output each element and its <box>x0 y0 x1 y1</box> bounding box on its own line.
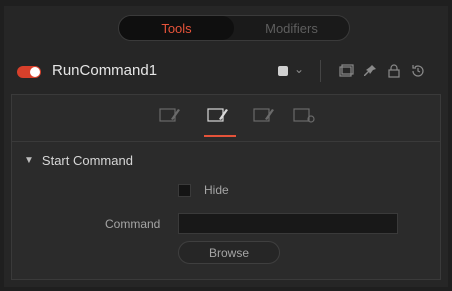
separator <box>320 60 321 82</box>
hide-checkbox[interactable] <box>178 184 191 197</box>
tools-tab[interactable]: Tools <box>119 16 234 40</box>
mode-toggle: Tools Modifiers <box>118 15 350 41</box>
tool-name: RunCommand1 <box>52 62 158 79</box>
tool-header: RunCommand1 ⌄ <box>4 58 448 86</box>
browse-button[interactable]: Browse <box>178 241 280 264</box>
section-title: Start Command <box>41 153 133 168</box>
controls-tab-active[interactable] <box>206 105 230 125</box>
control-tabs <box>12 95 440 142</box>
inspector-panel: Tools Modifiers RunCommand1 ⌄ ▼ Start Co… <box>4 6 448 287</box>
lock-icon[interactable] <box>386 63 402 79</box>
modifiers-tab[interactable]: Modifiers <box>234 16 349 40</box>
inspector-content: ▼ Start Command Hide Command Browse <box>11 94 441 280</box>
controls-tab[interactable] <box>158 105 182 125</box>
chevron-down-icon: ▼ <box>24 155 34 166</box>
reset-icon[interactable] <box>410 63 426 79</box>
color-swatch[interactable] <box>278 66 288 76</box>
pip-icon[interactable] <box>338 63 354 79</box>
pin-icon[interactable] <box>362 63 378 79</box>
controls-tab-3[interactable] <box>252 105 276 125</box>
active-tab-indicator <box>204 135 236 137</box>
command-label: Command <box>105 217 161 231</box>
chevron-down-icon[interactable]: ⌄ <box>294 62 304 76</box>
command-input[interactable] <box>178 213 398 234</box>
section-start-command[interactable]: ▼ Start Command <box>24 153 133 168</box>
hide-label: Hide <box>204 183 229 197</box>
settings-tab[interactable] <box>292 105 316 125</box>
power-toggle[interactable] <box>17 66 41 78</box>
